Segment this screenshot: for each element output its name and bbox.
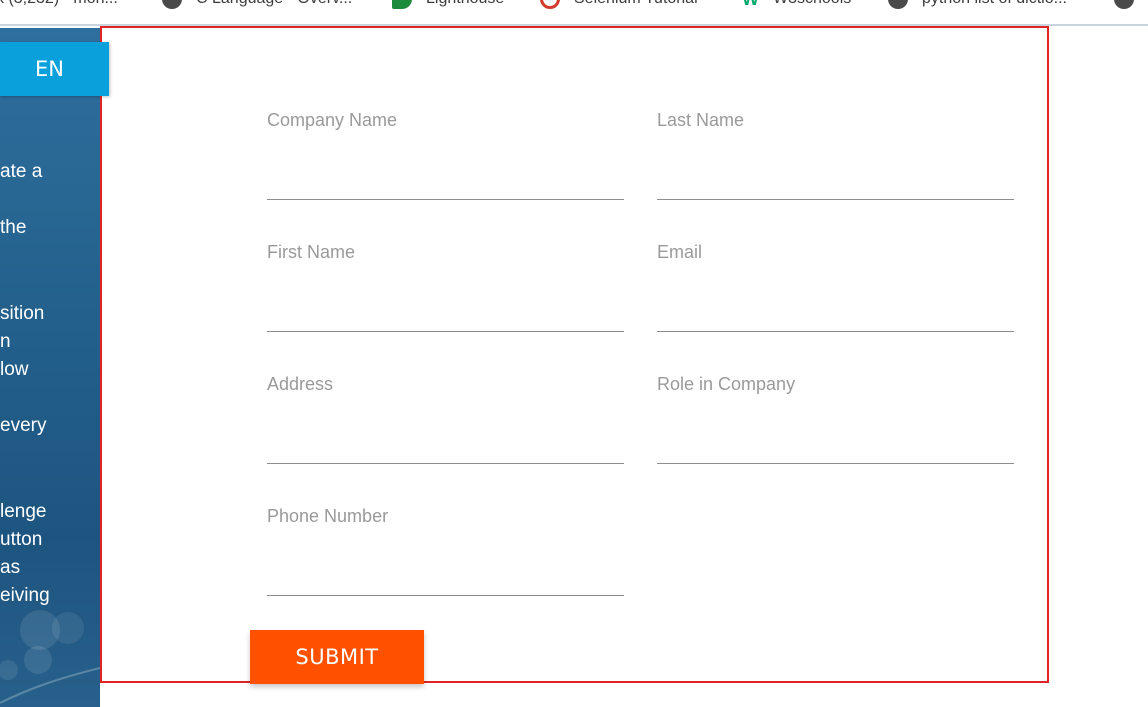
- last-name-field: Last Name: [657, 110, 1014, 200]
- side-text-line: ate a: [0, 161, 43, 182]
- phone-number-field: Phone Number: [267, 506, 624, 596]
- side-text-line: n: [0, 331, 11, 352]
- company-name-input[interactable]: [267, 160, 624, 200]
- bookmark-item[interactable]: x (3,232) - mon...: [0, 0, 118, 11]
- field-label: Email: [657, 242, 703, 262]
- address-field: Address: [267, 374, 624, 464]
- first-name-field: First Name: [267, 242, 624, 332]
- email-input[interactable]: [657, 292, 1014, 332]
- field-label: Role in Company: [657, 374, 796, 394]
- first-name-input[interactable]: [267, 292, 624, 332]
- bookmark-item[interactable]: Selenium Tutorial: [540, 0, 698, 11]
- side-text-line: low: [0, 359, 29, 380]
- language-button-edge: [100, 42, 109, 96]
- bookmark-label: Lighthouse: [426, 0, 504, 8]
- language-button[interactable]: EN: [0, 42, 100, 96]
- bookmark-item[interactable]: python list of dictio...: [888, 0, 1067, 11]
- address-input[interactable]: [267, 424, 624, 464]
- company-name-field: Company Name: [267, 110, 624, 200]
- side-text-line: every: [0, 415, 47, 436]
- side-text-line: lenge: [0, 501, 47, 522]
- side-panel: EN ate a the sition n low every lenge ut…: [0, 28, 100, 707]
- submit-button[interactable]: SUBMIT: [250, 630, 424, 684]
- field-label: Phone Number: [267, 506, 389, 526]
- side-text-line: as: [0, 557, 21, 578]
- bookmark-label: C Language - Overv...: [196, 0, 352, 8]
- bookmark-label: Selenium Tutorial: [574, 0, 698, 8]
- selenium-icon: [540, 0, 560, 9]
- bookmark-item[interactable]: W W3schools: [742, 0, 851, 11]
- phone-number-input[interactable]: [267, 556, 624, 596]
- bookmark-label: x (3,232) - mon...: [0, 0, 118, 8]
- globe-icon: [162, 0, 182, 9]
- decorative-bubbles: [0, 610, 100, 704]
- lighthouse-icon: [392, 0, 412, 9]
- field-label: Address: [267, 374, 334, 394]
- w3schools-icon: W: [742, 0, 759, 8]
- side-text-line: utton: [0, 529, 43, 550]
- field-label: Company Name: [267, 110, 398, 130]
- field-label: Last Name: [657, 110, 745, 130]
- bookmark-label: W3schools: [773, 0, 851, 8]
- globe-icon: [1114, 0, 1134, 9]
- bookmark-label: python list of dictio...: [922, 0, 1067, 8]
- role-in-company-input[interactable]: [657, 424, 1014, 464]
- email-field: Email: [657, 242, 1014, 332]
- side-text-line: the: [0, 217, 27, 238]
- side-text-line: sition: [0, 303, 45, 324]
- form-container: Company Name Last Name First Name Email …: [100, 26, 1049, 684]
- bookmark-item[interactable]: C Language - Overv...: [162, 0, 352, 11]
- last-name-input[interactable]: [657, 160, 1014, 200]
- bookmark-item[interactable]: [1114, 0, 1148, 11]
- side-text-line: eiving: [0, 585, 50, 606]
- role-in-company-field: Role in Company: [657, 374, 1014, 464]
- globe-icon: [888, 0, 908, 9]
- field-label: First Name: [267, 242, 356, 262]
- bookmarks-bar: x (3,232) - mon... C Language - Overv...…: [0, 0, 1148, 26]
- bookmark-item[interactable]: Lighthouse: [392, 0, 504, 11]
